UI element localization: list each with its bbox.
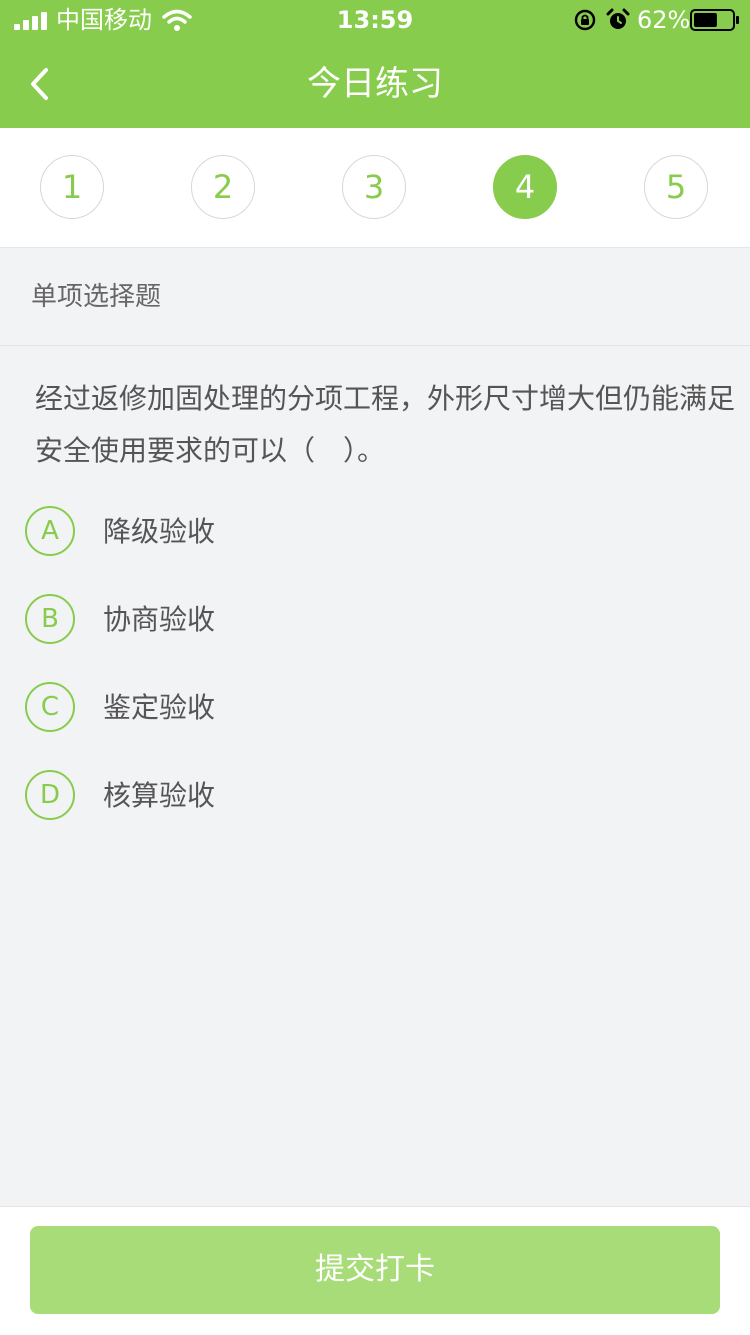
option-label: 协商验收 xyxy=(103,603,216,636)
option-a[interactable]: A 降级验收 xyxy=(25,506,725,558)
question-number-button[interactable]: 1 xyxy=(40,155,104,219)
page-title: 今日练习 xyxy=(307,64,443,104)
app-header: 中国移动 13:59 62% 今日练习 xyxy=(0,0,750,128)
question-type-row: 单项选择题 xyxy=(0,248,750,346)
question-number-button-active[interactable]: 4 xyxy=(493,155,557,219)
question-type-label: 单项选择题 xyxy=(31,282,162,312)
option-label: 鉴定验收 xyxy=(103,691,216,724)
option-label: 降级验收 xyxy=(103,515,216,548)
battery-icon xyxy=(690,9,739,31)
question-number-button[interactable]: 3 xyxy=(342,155,406,219)
question-number-button[interactable]: 5 xyxy=(644,155,708,219)
question-text: 经过返修加固处理的分项工程，外形尺寸增大但仍能满足安全使用要求的可以（ ）。 xyxy=(35,382,736,467)
option-b[interactable]: B 协商验收 xyxy=(25,594,725,646)
status-bar: 中国移动 13:59 62% xyxy=(0,0,750,40)
footer-bar: 提交打卡 xyxy=(0,1206,750,1335)
option-letter: D xyxy=(25,770,75,820)
battery-percentage: 62% xyxy=(637,6,691,34)
alarm-icon xyxy=(606,8,630,29)
option-letter: B xyxy=(25,594,75,644)
option-label: 核算验收 xyxy=(103,779,216,812)
option-letter: C xyxy=(25,682,75,732)
option-d[interactable]: D 核算验收 xyxy=(25,770,725,822)
question-navigator: 1 2 3 4 5 xyxy=(0,128,750,248)
option-c[interactable]: C 鉴定验收 xyxy=(25,682,725,734)
option-letter: A xyxy=(25,506,75,556)
question-number-button[interactable]: 2 xyxy=(191,155,255,219)
submit-checkin-button[interactable]: 提交打卡 xyxy=(30,1226,720,1314)
orientation-lock-icon xyxy=(574,9,596,31)
